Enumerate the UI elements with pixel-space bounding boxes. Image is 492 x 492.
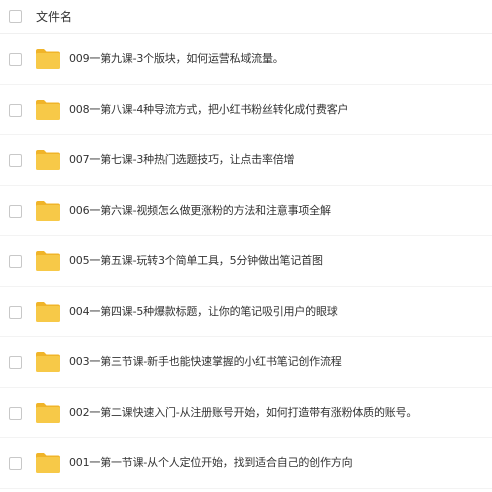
file-name[interactable]: 009一第九课-3个版块，如何运营私域流量。 (69, 51, 284, 67)
file-row[interactable]: 002一第二课快速入门-从注册账号开始，如何打造带有涨粉体质的账号。 (0, 388, 492, 438)
folder-icon (35, 200, 61, 222)
file-row[interactable]: 005一第五课-玩转3个简单工具，5分钟做出笔记首图 (0, 236, 492, 287)
folder-icon (35, 452, 61, 474)
row-checkbox[interactable] (9, 53, 22, 66)
row-checkbox[interactable] (9, 154, 22, 167)
file-list: 009一第九课-3个版块，如何运营私域流量。 008一第八课-4种导流方式，把小红… (0, 34, 492, 489)
row-checkbox[interactable] (9, 356, 22, 369)
select-all-checkbox[interactable] (9, 10, 22, 23)
column-header-filename[interactable]: 文件名 (36, 9, 72, 25)
file-row[interactable]: 003一第三节课-新手也能快速掌握的小红书笔记创作流程 (0, 337, 492, 388)
file-row[interactable]: 001一第一节课-从个人定位开始，找到适合自己的创作方向 (0, 438, 492, 489)
folder-icon (35, 402, 61, 424)
folder-icon (35, 48, 61, 70)
folder-icon (35, 351, 61, 373)
row-checkbox[interactable] (9, 406, 22, 420)
file-name[interactable]: 006一第六课-视频怎么做更涨粉的方法和注意事项全解 (69, 203, 331, 219)
file-name[interactable]: 005一第五课-玩转3个简单工具，5分钟做出笔记首图 (69, 253, 323, 269)
file-name[interactable]: 007一第七课-3种热门选题技巧，让点击率倍增 (69, 152, 295, 168)
file-name[interactable]: 002一第二课快速入门-从注册账号开始，如何打造带有涨粉体质的账号。 (69, 405, 417, 421)
file-name[interactable]: 008一第八课-4种导流方式，把小红书粉丝转化成付费客户 (69, 102, 349, 118)
folder-icon (35, 149, 61, 171)
file-list-header: 文件名 (0, 0, 492, 34)
row-checkbox[interactable] (9, 457, 22, 470)
file-row[interactable]: 006一第六课-视频怎么做更涨粉的方法和注意事项全解 (0, 186, 492, 236)
row-checkbox[interactable] (9, 305, 22, 319)
row-checkbox[interactable] (9, 204, 22, 218)
row-checkbox[interactable] (9, 103, 22, 117)
file-row[interactable]: 004一第四课-5种爆款标题，让你的笔记吸引用户的眼球 (0, 287, 492, 337)
file-row[interactable]: 008一第八课-4种导流方式，把小红书粉丝转化成付费客户 (0, 85, 492, 135)
file-row[interactable]: 007一第七课-3种热门选题技巧，让点击率倍增 (0, 135, 492, 186)
file-name[interactable]: 001一第一节课-从个人定位开始，找到适合自己的创作方向 (69, 455, 353, 471)
row-checkbox[interactable] (9, 255, 22, 268)
folder-icon (35, 99, 61, 121)
file-name[interactable]: 003一第三节课-新手也能快速掌握的小红书笔记创作流程 (69, 354, 342, 370)
file-row[interactable]: 009一第九课-3个版块，如何运营私域流量。 (0, 34, 492, 85)
folder-icon (35, 250, 61, 272)
folder-icon (35, 301, 61, 323)
file-name[interactable]: 004一第四课-5种爆款标题，让你的笔记吸引用户的眼球 (69, 304, 338, 320)
